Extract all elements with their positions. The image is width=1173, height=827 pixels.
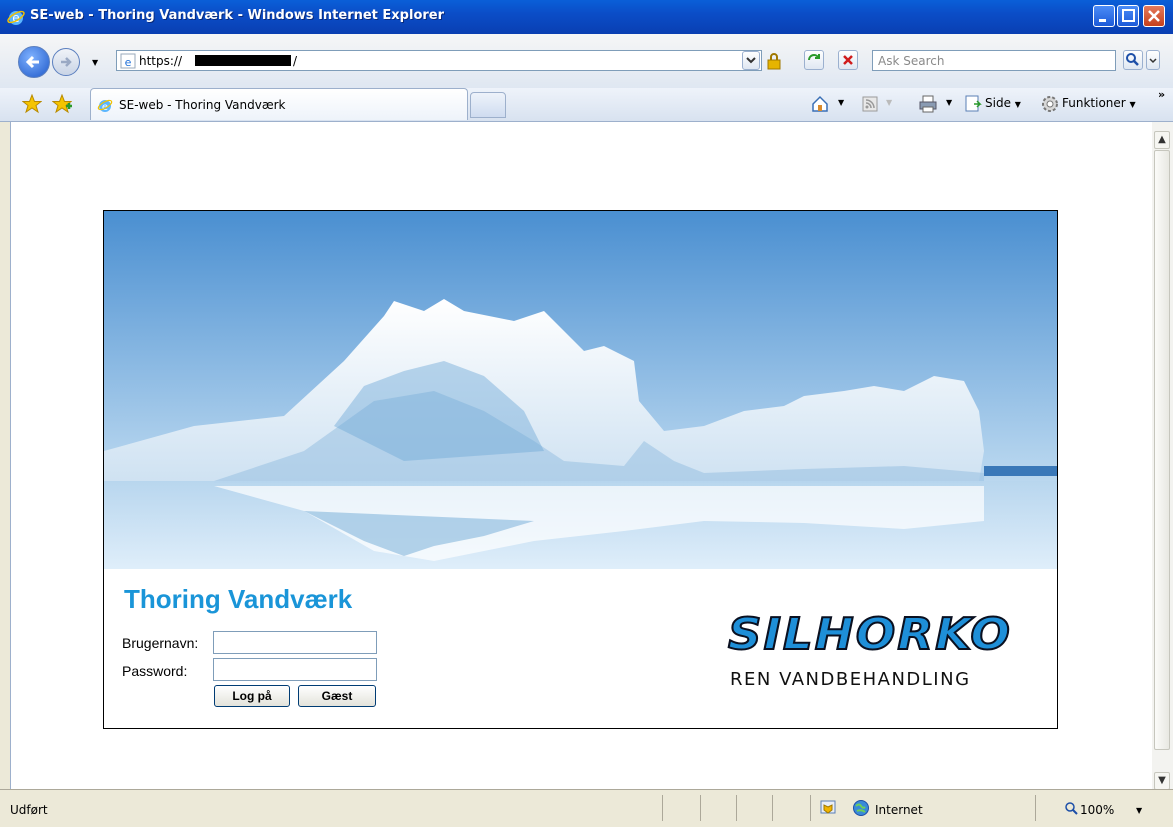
status-bar	[0, 789, 1173, 827]
password-field[interactable]	[213, 658, 377, 681]
security-zone: Internet	[875, 803, 923, 817]
page-icon	[965, 95, 982, 112]
scroll-down-button[interactable]: ▼	[1154, 772, 1170, 790]
back-button[interactable]	[18, 46, 50, 78]
lock-icon[interactable]	[766, 52, 782, 70]
zoom-level[interactable]: 100%	[1080, 803, 1114, 817]
home-dropdown-icon[interactable]: ▼	[838, 98, 844, 107]
search-input[interactable]: Ask Search	[872, 50, 1116, 71]
redacted-block	[195, 55, 291, 66]
side-menu[interactable]: Side ▼	[985, 96, 1021, 110]
zoom-value: 100%	[1080, 803, 1115, 817]
zoom-icon	[1065, 802, 1078, 815]
svg-text:e: e	[125, 56, 132, 69]
address-bar[interactable]: e https:// /	[116, 50, 762, 71]
scroll-thumb[interactable]	[1154, 150, 1170, 750]
status-divider	[1035, 795, 1036, 821]
feeds-dropdown-icon[interactable]: ▼	[886, 98, 892, 107]
username-label: Brugernavn:	[122, 635, 199, 651]
refresh-button[interactable]	[804, 50, 824, 70]
status-divider	[810, 795, 811, 821]
iceberg-banner-image	[104, 211, 1057, 569]
site-title: Thoring Vandværk	[124, 584, 353, 614]
login-button[interactable]: Log på	[214, 685, 290, 707]
zoom-dropdown-icon[interactable]: ▼	[1136, 806, 1142, 815]
status-divider	[772, 795, 773, 821]
address-dropdown-button[interactable]	[742, 51, 760, 70]
url-suffix: /	[293, 54, 298, 68]
password-label: Password:	[122, 663, 188, 679]
url-text: https://	[139, 54, 183, 68]
silhorko-logo: SILHORKO	[727, 609, 1012, 659]
feeds-icon[interactable]	[862, 96, 878, 112]
tab-label: SE-web - Thoring Vandværk	[119, 98, 286, 112]
guest-button[interactable]: Gæst	[298, 685, 376, 707]
status-divider	[662, 795, 663, 821]
new-tab-button[interactable]	[470, 92, 506, 118]
tab-se-web[interactable]: e SE-web - Thoring Vandværk	[90, 88, 468, 120]
ie-logo-icon: e	[7, 10, 25, 25]
status-divider	[700, 795, 701, 821]
history-dropdown-icon[interactable]: ▼	[92, 58, 98, 67]
window-title: SE-web - Thoring Vandværk - Windows Inte…	[30, 8, 445, 23]
status-divider	[736, 795, 737, 821]
commandbar-overflow[interactable]: »	[1158, 88, 1165, 101]
tools-menu[interactable]: Funktioner ▼	[1062, 96, 1136, 110]
stop-button[interactable]	[838, 50, 858, 70]
username-field[interactable]	[213, 631, 377, 654]
print-icon[interactable]	[918, 95, 938, 113]
tools-menu-label: Funktioner	[1062, 96, 1126, 110]
search-icon	[1126, 53, 1139, 66]
print-dropdown-icon[interactable]: ▼	[946, 98, 952, 107]
search-button[interactable]	[1123, 50, 1143, 70]
close-button[interactable]	[1143, 5, 1165, 27]
forward-button[interactable]	[52, 48, 80, 76]
internet-globe-icon	[853, 800, 869, 816]
home-icon[interactable]	[810, 94, 830, 114]
tab-ie-icon: e	[97, 99, 113, 113]
page-ie-icon: e	[120, 53, 136, 69]
maximize-button[interactable]	[1117, 5, 1139, 27]
favorites-star-icon[interactable]	[22, 94, 42, 114]
scroll-up-button[interactable]: ▲	[1154, 131, 1170, 149]
protected-mode-icon[interactable]	[820, 799, 838, 817]
minimize-button[interactable]	[1093, 5, 1115, 27]
side-menu-label: Side	[985, 96, 1011, 110]
brand-tagline: REN VANDBEHANDLING	[730, 669, 971, 690]
add-favorites-icon[interactable]	[52, 94, 72, 114]
brand-name: SILHORKO	[728, 609, 1012, 659]
search-options-button[interactable]	[1146, 50, 1160, 70]
search-placeholder: Ask Search	[878, 54, 945, 68]
login-panel: Thoring Vandværk Brugernavn: Password: L…	[103, 210, 1058, 729]
status-text: Udført	[10, 803, 48, 817]
tools-gear-icon	[1042, 96, 1058, 112]
